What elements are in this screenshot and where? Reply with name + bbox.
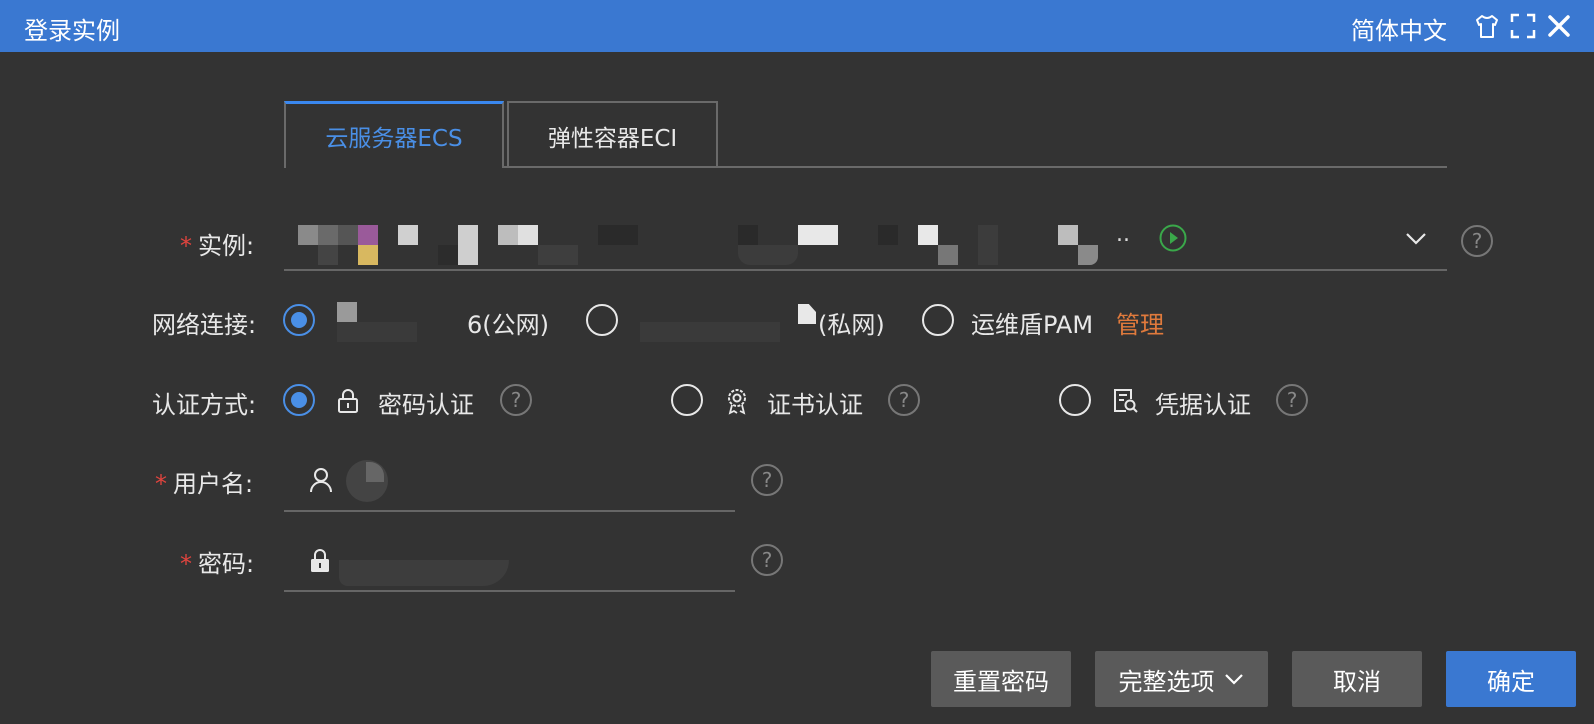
auth-credential-help-icon[interactable]: ? [1276,384,1308,416]
chevron-down-icon[interactable] [1404,226,1428,250]
username-help-icon[interactable]: ? [751,464,783,496]
instance-label: * 实例: [180,232,255,260]
required-mark: * [180,232,192,260]
auth-label: 认证方式: [152,391,257,419]
tab-ecs[interactable]: 云服务器ECS [284,101,504,168]
pam-manage-link[interactable]: 管理 [1116,305,1164,340]
full-options-button[interactable]: 完整选项 [1095,651,1268,707]
auth-credential-radio[interactable] [1059,384,1091,416]
redacted-pixel [738,245,798,265]
network-label: 网络连接: [152,311,257,339]
language-switch[interactable]: 简体中文 [1351,11,1447,46]
network-public-text: 6(公网) [467,311,549,339]
redacted-pixel [878,225,898,245]
tab-eci[interactable]: 弹性容器ECI [507,101,718,168]
network-private-text: (私网) [818,311,885,339]
cancel-button[interactable]: 取消 [1292,651,1422,707]
redacted-pixel [337,322,417,342]
redacted-pixel [938,245,958,265]
lock-icon [311,549,329,572]
network-private-radio[interactable] [586,304,618,336]
auth-certificate-help-icon[interactable]: ? [888,384,920,416]
user-icon [310,468,332,493]
redacted-pixel [337,302,357,322]
auth-password-help-icon[interactable]: ? [500,384,532,416]
lock-icon [338,389,358,413]
auth-password-radio[interactable] [283,384,315,416]
reset-password-button[interactable]: 重置密码 [931,651,1071,707]
redacted-pixel [498,225,518,245]
redacted-pixel [358,225,378,245]
network-pam-text: 运维盾PAM [971,311,1094,339]
fullscreen-icon[interactable] [1509,12,1537,40]
redacted-pixel [398,225,418,245]
redacted-pixel [918,225,938,245]
redacted-pixel [738,225,758,245]
network-public-radio[interactable] [283,304,315,336]
redacted-pixel [458,225,478,265]
password-input[interactable] [284,530,735,592]
instance-select[interactable]: .. [284,212,1447,271]
play-circle-icon[interactable] [1158,223,1188,253]
redacted-pixel [298,225,318,245]
redacted-pixel [598,225,638,245]
confirm-button[interactable]: 确定 [1446,651,1576,707]
password-label: * 密码: [180,550,255,578]
title-bar: 登录实例 简体中文 [0,0,1594,52]
credential-icon [1114,389,1138,413]
network-pam-radio[interactable] [922,304,954,336]
instance-help-icon[interactable]: ? [1461,225,1493,257]
password-help-icon[interactable]: ? [751,544,783,576]
auth-certificate-radio[interactable] [671,384,703,416]
shirt-icon[interactable] [1473,12,1501,40]
redacted-pixel [798,304,816,324]
redacted-pixel [1078,245,1098,265]
close-icon[interactable] [1545,12,1573,40]
auth-certificate-text: 证书认证 [767,391,863,419]
redacted-pixel [978,225,998,265]
redacted-pixel [318,245,338,265]
auth-credential-text: 凭据认证 [1155,391,1251,419]
auth-password-text: 密码认证 [378,391,474,419]
instance-ellipsis: .. [1116,222,1130,247]
redacted-pixel [1058,225,1078,245]
window-title: 登录实例 [24,17,120,45]
redacted-pixel [318,225,338,245]
chevron-down-icon [1224,674,1243,685]
redacted-pixel [798,225,838,245]
redacted-pixel [640,322,780,342]
redacted-pixel [518,225,538,245]
username-input[interactable] [284,450,735,512]
redacted-pixel [338,225,358,245]
redacted-pixel [358,245,378,265]
redacted-pixel [438,245,458,265]
certificate-icon [728,389,746,415]
redacted-blur [339,560,509,586]
redacted-pixel [538,245,578,265]
username-label: * 用户名: [155,470,254,498]
